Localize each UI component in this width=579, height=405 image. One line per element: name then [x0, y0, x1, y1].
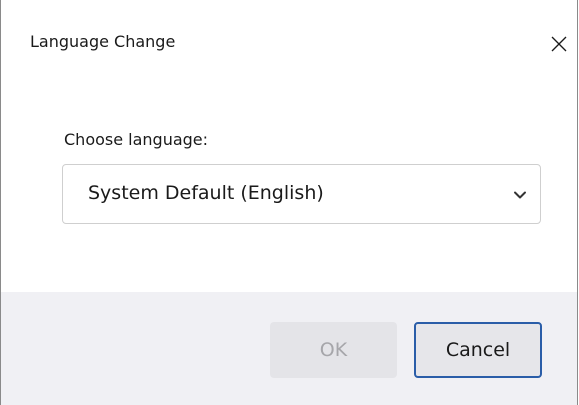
close-button[interactable] — [537, 24, 577, 64]
ok-button[interactable]: OK — [270, 322, 397, 378]
language-select[interactable]: System Default (English) — [62, 164, 541, 224]
language-change-dialog: Language Change Choose language: System … — [0, 0, 578, 405]
dialog-content: Choose language: System Default (English… — [1, 86, 577, 292]
dialog-title: Language Change — [30, 32, 176, 51]
chevron-down-icon — [514, 191, 526, 199]
close-icon — [551, 36, 567, 52]
choose-language-label: Choose language: — [64, 130, 209, 149]
language-select-value: System Default (English) — [88, 182, 324, 204]
cancel-button[interactable]: Cancel — [414, 322, 542, 378]
dialog-titlebar: Language Change — [1, 0, 577, 86]
dialog-footer: OK Cancel — [1, 292, 577, 405]
